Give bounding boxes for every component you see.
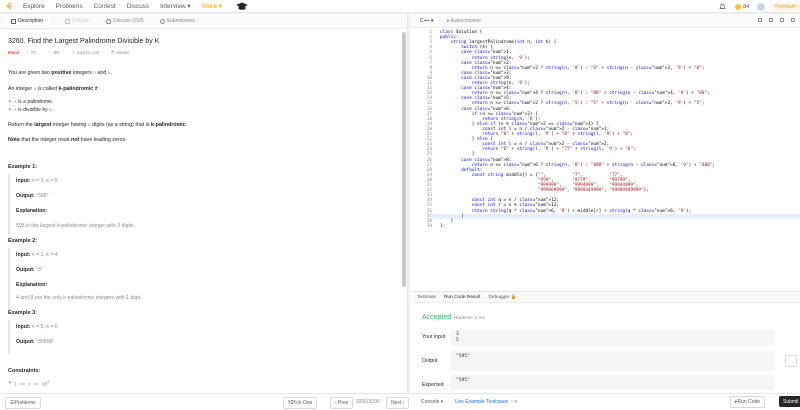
nav-explore[interactable]: Explore [23, 3, 45, 10]
chat-icon [106, 18, 112, 24]
coin-icon [735, 3, 742, 10]
line-number: 39 [426, 223, 432, 229]
example-2-output: Output: "8" [16, 267, 43, 273]
example-1-explanation: 595 is the largest k-palindromic integer… [16, 223, 136, 229]
example-1-title: Example 1: [8, 164, 38, 170]
use-example-testcases-link[interactable]: Use Example Testcases [455, 399, 508, 405]
flask-icon [65, 18, 71, 24]
output-label: Output [422, 358, 438, 364]
input-box: 3 5 [450, 329, 775, 346]
graduation-cap-icon[interactable] [235, 2, 249, 11]
nav-problems[interactable]: Problems [56, 3, 83, 10]
nav-contest[interactable]: Contest [94, 3, 116, 10]
output-box: "595" [450, 351, 775, 371]
share-button[interactable]: ⇱ Share [111, 51, 135, 56]
result-tabs: Testcase Run Code Result Debugger 🔒 [410, 291, 800, 303]
example-3-box [8, 320, 403, 354]
expected-box: "595" [450, 375, 775, 390]
description-scrollbar[interactable] [402, 32, 406, 287]
bell-icon[interactable] [719, 3, 726, 10]
language-select[interactable]: C++ ▾ [415, 16, 439, 25]
reset-icon[interactable] [769, 18, 773, 22]
nav-store[interactable]: Store ▾ [202, 2, 222, 10]
problem-counter: 3260/3299 [356, 399, 380, 405]
input-label: Your input [422, 334, 446, 340]
leetcode-logo-icon[interactable] [6, 2, 13, 10]
nav-interview[interactable]: Interview ▾ [160, 2, 191, 10]
tab-testcase[interactable]: Testcase [417, 295, 436, 300]
like-button[interactable]: ♡ 73 [25, 51, 42, 56]
prev-button[interactable]: ‹ Prev [330, 397, 354, 409]
difficulty-badge: Hard [8, 51, 19, 56]
tab-description[interactable]: Description [5, 16, 50, 26]
editor-actions [751, 18, 795, 22]
clock-icon [159, 18, 165, 24]
code-line: "999969999", "9999449999", "99999499999"… [537, 188, 649, 194]
example-3-output: Output: "89898" [16, 339, 55, 345]
result-status: Accepted [422, 314, 452, 321]
code-line: }; [440, 223, 446, 229]
list-item: x is a palindrome. [9, 99, 54, 105]
problems-list-button[interactable]: ☰ Problems [5, 397, 41, 409]
example-3-input: Input: n = 5, k = 6 [16, 324, 58, 330]
nav-right: 84 Premium [719, 0, 800, 13]
next-button[interactable]: Next › [386, 397, 410, 409]
description-panel: Description Solution Discuss (158) Submi… [0, 14, 408, 394]
editor-bottom-bar: Console ▾ Use Example Testcases ◔ ▾ ▸ Ru… [410, 393, 800, 410]
example-3-title: Example 3: [8, 310, 38, 316]
example-2-title: Example 2: [8, 238, 38, 244]
document-icon [11, 18, 16, 24]
paragraph-given: You are given two positive integers n an… [8, 70, 113, 76]
current-line-highlight [432, 213, 800, 219]
pick-one-button[interactable]: ⤭ Pick One [283, 397, 318, 409]
problem-nav-bar: ☰ Problems ⤭ Pick One ‹ Prev 3260/3299 N… [0, 393, 410, 410]
example-1-output: Output: "595" [16, 193, 49, 199]
paragraph-note: Note that the integer must not have lead… [8, 137, 127, 143]
tab-solution[interactable]: Solution [65, 18, 90, 24]
avatar[interactable] [757, 2, 766, 11]
paragraph-return: Return the largest integer having n digi… [8, 122, 188, 128]
nav-discuss[interactable]: Discuss [127, 3, 149, 10]
diff-button[interactable] [785, 355, 797, 367]
problem-meta: Hard ♡ 73 ♡ 69 ☆ Add to List ⇱ Share [8, 51, 399, 56]
paragraph-definition: An integer x is called k-palindromic if: [8, 86, 99, 92]
example-2-explanation: 4 and 8 are the only k-palindromic integ… [16, 295, 142, 301]
editor-panel: C++ ▾ ● Autocomplete 1 class Solution {2 p… [410, 14, 800, 410]
run-code-button[interactable]: ▸ Run Code [730, 396, 766, 408]
premium-button[interactable]: Premium [771, 2, 800, 11]
lock-icon: 🔒 [510, 294, 517, 300]
submit-button[interactable]: Submit [779, 396, 800, 407]
constraints-title: Constraints: [8, 368, 41, 374]
example-2-explanation-label: Explanation: [16, 282, 48, 288]
example-1-explanation-label: Explanation: [16, 208, 48, 214]
braces-icon[interactable] [780, 18, 784, 22]
settings-icon[interactable] [791, 18, 795, 22]
console-button[interactable]: Console ▾ [421, 399, 443, 405]
example-1-input: Input: n = 3, k = 5 [16, 178, 58, 184]
tab-discuss[interactable]: Discuss (158) [106, 18, 144, 24]
problem-title: 3260. Find the Largest Palindrome Divisi… [8, 38, 160, 45]
top-nav: Explore Problems Contest Discuss Intervi… [0, 0, 800, 13]
example-2-input: Input: n = 1, k = 4 [16, 252, 58, 258]
result-runtime: Runtime: 2 ms [454, 316, 485, 321]
tab-debugger[interactable]: Debugger 🔒 [488, 295, 516, 300]
code-editor[interactable]: 1 class Solution {2 public: 3 string larges… [410, 30, 800, 290]
info-icon[interactable] [758, 18, 762, 22]
description-tabs: Description Solution Discuss (158) Submi… [0, 14, 407, 29]
list-item: x is divisible by k. [9, 107, 53, 113]
leetcode-app: Explore Problems Contest Discuss Intervi… [0, 0, 800, 410]
autocomplete-toggle[interactable]: ● Autocomplete [446, 18, 481, 24]
help-icon[interactable]: ◔ ▾ [510, 399, 517, 405]
coin-balance[interactable]: 84 [735, 3, 749, 10]
add-to-list-button[interactable]: ☆ Add to List [71, 51, 105, 56]
tab-submissions[interactable]: Submissions [159, 18, 195, 24]
constraint-item: 1 <= n <= 105 [9, 380, 49, 388]
expected-label: Expected [422, 382, 444, 388]
problem-content: 3260. Find the Largest Palindrome Divisi… [0, 29, 407, 56]
editor-toolbar: C++ ▾ ● Autocomplete [410, 14, 800, 28]
tab-run-code-result[interactable]: Run Code Result [444, 295, 481, 300]
dislike-button[interactable]: ♡ 69 [48, 51, 65, 56]
